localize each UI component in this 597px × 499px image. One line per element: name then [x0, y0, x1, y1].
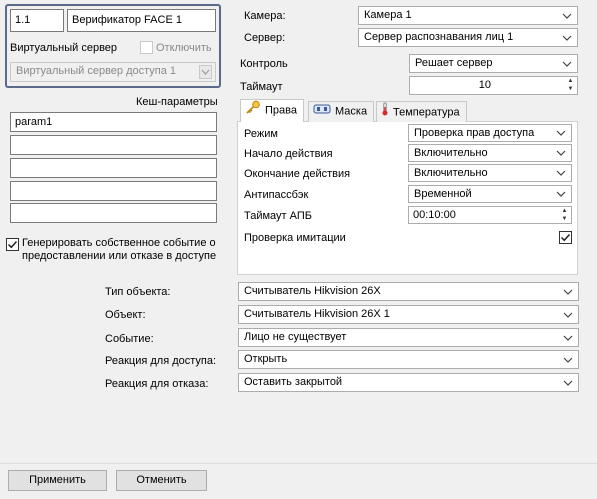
chevron-down-icon	[562, 33, 572, 43]
start-select[interactable]: Включительно	[408, 144, 572, 162]
chevron-down-icon	[563, 333, 573, 343]
disable-label: Отключить	[156, 42, 212, 54]
timeout-label: Таймаут	[240, 81, 283, 93]
mode-label: Режим	[244, 128, 278, 140]
camera-select[interactable]: Камера 1	[358, 6, 578, 25]
apply-button[interactable]: Применить	[8, 470, 107, 491]
deny-reaction-label: Реакция для отказа:	[105, 378, 209, 390]
generate-event-label-line1: Генерировать собственное событие о	[22, 237, 216, 249]
chevron-down-icon	[556, 168, 566, 178]
object-type-label: Тип объекта:	[105, 286, 171, 298]
cache-param-row[interactable]	[10, 203, 217, 223]
object-type-select[interactable]: Считыватель Hikvision 26X	[238, 282, 579, 301]
antipassback-select[interactable]: Временной	[408, 185, 572, 203]
spin-up-icon[interactable]: ▲	[565, 77, 576, 85]
deny-reaction-select[interactable]: Оставить закрытой	[238, 373, 579, 392]
tab-mask[interactable]: Маска	[308, 101, 375, 122]
access-reaction-select[interactable]: Открыть	[238, 350, 579, 369]
chevron-down-icon	[563, 378, 573, 388]
virtual-server-label: Виртуальный сервер	[10, 42, 118, 54]
server-select[interactable]: Сервер распознавания лиц 1	[358, 28, 578, 47]
apb-timeout-field[interactable]: 00:10:00 ▲ ▼	[408, 206, 572, 224]
chevron-down-icon	[562, 59, 572, 69]
imitation-checkbox[interactable]	[559, 231, 572, 244]
thermometer-icon	[381, 102, 389, 123]
key-icon	[245, 100, 261, 121]
chevron-down-icon	[556, 189, 566, 199]
control-label: Контроль	[240, 58, 288, 70]
spin-up-icon[interactable]: ▲	[559, 207, 570, 215]
end-label: Окончание действия	[244, 168, 351, 180]
chevron-down-icon	[556, 128, 566, 138]
checkmark-icon	[7, 240, 18, 249]
antipassback-label: Антипассбэк	[244, 189, 309, 201]
object-name-field[interactable]: Верификатор FACE 1	[67, 9, 216, 32]
chevron-down-icon	[563, 310, 573, 320]
generate-event-label-line2: предоставлении или отказе в доступе	[22, 250, 217, 262]
chevron-down-icon	[562, 11, 572, 21]
cache-param-row[interactable]	[10, 181, 217, 201]
spin-down-icon[interactable]: ▼	[559, 215, 570, 223]
imitation-check-label: Проверка имитации	[244, 232, 346, 244]
spin-down-icon[interactable]: ▼	[565, 85, 576, 93]
object-label: Объект:	[105, 309, 146, 321]
cache-param-row[interactable]: param1	[10, 112, 217, 132]
tab-temperature[interactable]: Температура	[376, 101, 467, 122]
start-label: Начало действия	[244, 148, 333, 160]
chevron-down-icon	[556, 148, 566, 158]
cache-param-row[interactable]	[10, 135, 217, 155]
object-select[interactable]: Считыватель Hikvision 26X 1	[238, 305, 579, 324]
mask-icon	[313, 102, 331, 121]
access-reaction-label: Реакция для доступа:	[105, 355, 217, 367]
checkmark-icon	[560, 233, 571, 242]
apb-timeout-label: Таймаут АПБ	[244, 210, 312, 222]
chevron-down-icon	[199, 65, 212, 79]
object-id-field[interactable]: 1.1	[10, 9, 64, 32]
event-label: Событие:	[105, 333, 154, 345]
server-label: Сервер:	[244, 32, 286, 44]
control-select[interactable]: Решает сервер	[409, 54, 578, 73]
cancel-button[interactable]: Отменить	[116, 470, 207, 491]
tab-rights[interactable]: Права	[240, 99, 304, 122]
cache-params-title: Кеш-параметры	[136, 96, 218, 108]
mode-select[interactable]: Проверка прав доступа	[408, 124, 572, 142]
generate-event-checkbox[interactable]	[6, 238, 19, 251]
disable-checkbox[interactable]	[140, 41, 153, 54]
cache-param-row[interactable]	[10, 158, 217, 178]
virtual-server-select[interactable]: Виртуальный сервер доступа 1	[10, 62, 216, 82]
event-select[interactable]: Лицо не существует	[238, 328, 579, 347]
chevron-down-icon	[563, 287, 573, 297]
camera-label: Камера:	[244, 10, 286, 22]
timeout-stepper[interactable]: 10 ▲ ▼	[409, 76, 578, 95]
chevron-down-icon	[563, 355, 573, 365]
end-select[interactable]: Включительно	[408, 164, 572, 182]
